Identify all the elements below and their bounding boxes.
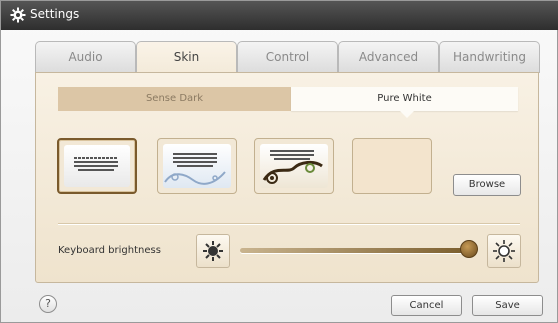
pure-white-option[interactable]: Pure White: [291, 87, 518, 111]
brightness-label: Keyboard brightness: [58, 245, 161, 256]
brightness-slider-track[interactable]: [240, 248, 472, 253]
tab-advanced[interactable]: Advanced: [338, 41, 439, 73]
skin-option-plain[interactable]: [57, 138, 137, 194]
brightness-slider-thumb[interactable]: [460, 240, 478, 258]
browse-button[interactable]: Browse: [453, 174, 521, 196]
settings-gear-icon: [10, 7, 26, 23]
window-title: Settings: [30, 7, 80, 21]
cancel-button[interactable]: Cancel: [391, 295, 462, 316]
title-bar: Settings: [1, 1, 558, 30]
skin-option-swirl[interactable]: [157, 138, 237, 194]
section-divider: [58, 223, 520, 225]
skin-preview-swirl: [163, 144, 231, 188]
selection-pointer: [400, 111, 414, 118]
settings-window: Settings Audio Skin Control Advanced Han…: [0, 0, 558, 323]
tab-skin[interactable]: Skin: [136, 41, 237, 74]
sense-dark-option[interactable]: Sense Dark: [58, 87, 291, 111]
skin-panel: Sense Dark Pure White Browse Keyboard br…: [35, 72, 539, 283]
light-sun-icon: [493, 240, 515, 262]
tab-handwriting[interactable]: Handwriting: [439, 41, 540, 73]
help-button[interactable]: ?: [39, 295, 57, 313]
brightness-increase-button[interactable]: [487, 234, 521, 268]
dark-sun-icon: [203, 241, 223, 261]
tab-audio[interactable]: Audio: [35, 41, 136, 73]
save-button[interactable]: Save: [472, 295, 543, 316]
skin-preview-plain: [64, 145, 130, 187]
keyboard-swirl-icon: [164, 153, 226, 185]
skin-preview-vine: [260, 144, 328, 188]
tab-control[interactable]: Control: [237, 41, 338, 73]
skin-option-vine[interactable]: [254, 138, 334, 194]
brightness-decrease-button[interactable]: [196, 234, 230, 268]
keyboard-vine-icon: [262, 150, 323, 184]
keyboard-icon: [74, 157, 118, 171]
skin-option-custom[interactable]: [352, 138, 432, 194]
